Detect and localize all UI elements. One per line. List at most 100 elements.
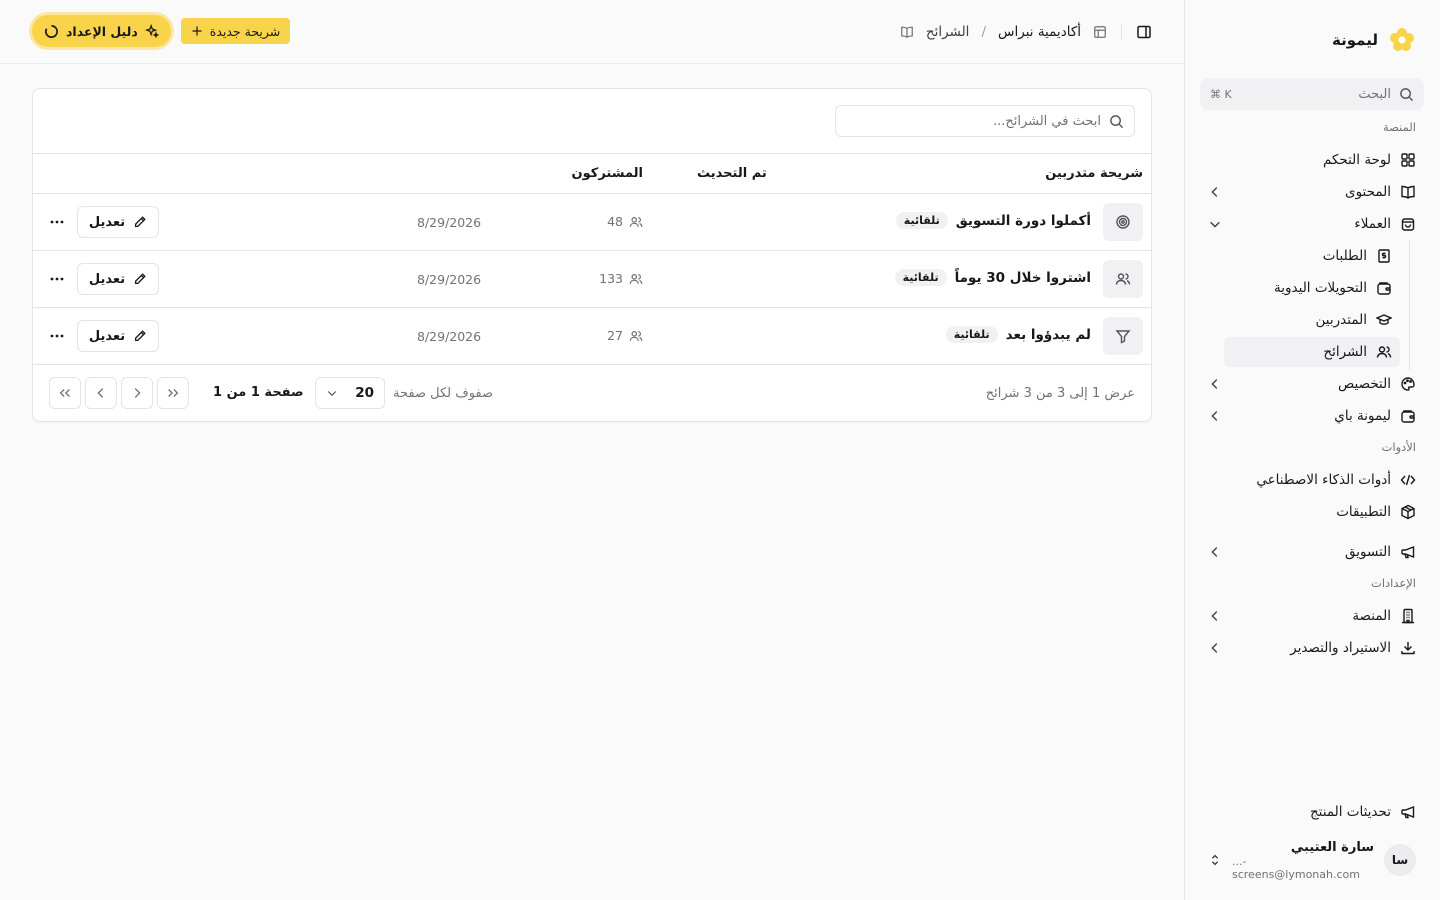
more-options-icon[interactable] [47, 212, 67, 232]
updated-date: 8/29/2026 [417, 329, 482, 344]
sidebar-item-orders[interactable]: الطلبات [1224, 241, 1400, 271]
chevron-left-icon [1208, 377, 1222, 391]
sidebar-toggle-icon[interactable] [1136, 24, 1152, 40]
sidebar-item-label: تحديثات المنتج [1309, 804, 1391, 820]
segment-name[interactable]: اشتروا خلال 30 يوماً [955, 270, 1091, 286]
rows-per-page-select[interactable]: 20 [315, 377, 385, 409]
users-icon [1103, 260, 1143, 298]
segment-name-cell: أكملوا دورة التسويق تلقائية [895, 212, 1091, 229]
sidebar-item-label: أدوات الذكاء الاصطناعي [1256, 472, 1391, 488]
top-header: أكاديمية نبراس / الشرائح دليل الإعداد شر… [0, 0, 1184, 64]
edit-button[interactable]: تعديل [77, 206, 159, 238]
segments-search-input[interactable]: ابحث في الشرائح... [835, 105, 1135, 137]
megaphone-icon [1400, 804, 1416, 820]
segments-search-placeholder: ابحث في الشرائح... [992, 113, 1101, 129]
book-open-icon [900, 25, 914, 39]
updated-date: 8/29/2026 [417, 215, 482, 230]
sidebar-item-product-updates[interactable]: تحديثات المنتج [1200, 797, 1424, 827]
subscribers-count: 133 [599, 271, 623, 286]
sidebar-item-clients[interactable]: العملاء [1200, 209, 1424, 239]
sparkles-icon [144, 24, 159, 38]
sidebar: ليمونة البحث ⌘ K المنصة لوحة التحكم المح… [1184, 0, 1440, 900]
user-menu[interactable]: سا سارة العتيبي ...-screens@lymonah.com [1200, 840, 1424, 881]
shopping-bag-icon [1400, 216, 1416, 232]
sidebar-item-apps[interactable]: التطبيقات [1200, 497, 1424, 527]
table-row[interactable]: لم يبدؤوا بعد تلقائية 27 8/29/2026 تعديل [33, 308, 1151, 365]
chevrons-right-icon [166, 386, 180, 400]
new-segment-label: شريحة جديدة [209, 23, 281, 39]
sidebar-item-marketing[interactable]: التسويق [1200, 537, 1424, 567]
sidebar-item-import-export[interactable]: الاستيراد والتصدير [1200, 633, 1424, 663]
segments-card: ابحث في الشرائح... شريحة متدربين المشترك… [32, 88, 1152, 422]
segment-name[interactable]: أكملوا دورة التسويق [956, 213, 1091, 229]
brand[interactable]: ليمونة [1332, 26, 1416, 54]
status-badge: تلقائية [895, 212, 948, 229]
sidebar-item-dashboard[interactable]: لوحة التحكم [1200, 145, 1424, 175]
breadcrumb: أكاديمية نبراس / الشرائح [900, 20, 1152, 44]
code-icon [1400, 472, 1416, 488]
sidebar-item-lymona-pay[interactable]: ليمونة باي [1200, 401, 1424, 431]
chevron-left-icon [1208, 409, 1222, 423]
lemon-flower-logo-icon [1388, 26, 1416, 54]
more-options-icon[interactable] [47, 326, 67, 346]
sidebar-item-customization[interactable]: التخصيص [1200, 369, 1424, 399]
search-icon [1399, 87, 1414, 102]
column-header-subscribers[interactable]: المشتركون [572, 166, 643, 181]
sidebar-item-ai-tools[interactable]: أدوات الذكاء الاصطناعي [1200, 465, 1424, 495]
column-header-segment[interactable]: شريحة متدربين [1045, 166, 1143, 181]
rows-per-page-value: 20 [355, 385, 374, 401]
sidebar-item-content[interactable]: المحتوى [1200, 177, 1424, 207]
sidebar-item-manual-transfers[interactable]: التحويلات اليدوية [1224, 273, 1400, 303]
table-row[interactable]: أكملوا دورة التسويق تلقائية 48 8/29/2026… [33, 194, 1151, 251]
book-open-icon [1400, 184, 1416, 200]
previous-page-button[interactable] [121, 377, 153, 409]
subscribers-cell: 27 [607, 328, 643, 343]
layout-icon [1093, 25, 1107, 39]
brand-name: ليمونة [1332, 31, 1378, 49]
header-actions: دليل الإعداد شريحة جديدة [32, 15, 291, 47]
more-options-icon[interactable] [47, 269, 67, 289]
chevrons-up-down-icon [1208, 853, 1222, 867]
segment-name-cell: لم يبدؤوا بعد تلقائية [945, 326, 1091, 343]
edit-button[interactable]: تعديل [77, 263, 159, 295]
sidebar-item-label: التخصيص [1338, 376, 1391, 392]
header-divider [1121, 24, 1122, 40]
table-header: شريحة متدربين المشتركون تم التحديث [33, 153, 1151, 194]
table-row[interactable]: اشتروا خلال 30 يوماً تلقائية 133 8/29/20… [33, 251, 1151, 308]
setup-guide-label: دليل الإعداد [66, 23, 138, 39]
user-info: سارة العتيبي ...-screens@lymonah.com [1232, 840, 1374, 881]
plus-icon [191, 25, 203, 37]
first-page-button[interactable] [157, 377, 189, 409]
user-name: سارة العتيبي [1290, 839, 1374, 855]
breadcrumb-academy[interactable]: أكاديمية نبراس [998, 24, 1081, 40]
pagination-summary: عرض 1 إلى 3 من 3 شرائح [985, 386, 1135, 401]
wallet-icon [1376, 280, 1392, 296]
sidebar-item-platform-settings[interactable]: المنصة [1200, 601, 1424, 631]
chevron-left-icon [1208, 609, 1222, 623]
subscribers-cell: 48 [607, 214, 643, 229]
setup-guide-button[interactable]: دليل الإعداد [32, 15, 171, 47]
sidebar-item-segments[interactable]: الشرائح [1224, 337, 1400, 367]
column-header-updated[interactable]: تم التحديث [697, 166, 767, 181]
status-badge: تلقائية [945, 326, 998, 343]
megaphone-icon [1400, 544, 1416, 560]
group-label-platform: المنصة [1383, 120, 1416, 134]
updated-date: 8/29/2026 [417, 272, 482, 287]
wallet-icon [1400, 408, 1416, 424]
sidebar-item-trainees[interactable]: المتدربين [1224, 305, 1400, 335]
chevron-down-icon [1208, 217, 1222, 231]
users-icon [629, 215, 643, 229]
sidebar-item-label: الشرائح [1323, 344, 1367, 360]
segment-name[interactable]: لم يبدؤوا بعد [1006, 327, 1091, 343]
chevron-left-icon [1208, 545, 1222, 559]
new-segment-button[interactable]: شريحة جديدة [180, 18, 291, 44]
edit-button[interactable]: تعديل [77, 320, 159, 352]
last-page-button[interactable] [49, 377, 81, 409]
sidebar-search[interactable]: البحث ⌘ K [1200, 78, 1424, 110]
sidebar-search-placeholder: البحث [1358, 86, 1391, 102]
package-icon [1400, 504, 1416, 520]
sidebar-item-label: التحويلات اليدوية [1274, 280, 1367, 296]
breadcrumb-segments[interactable]: الشرائح [926, 24, 970, 40]
next-page-button[interactable] [85, 377, 117, 409]
progress-ring-icon [44, 24, 59, 39]
